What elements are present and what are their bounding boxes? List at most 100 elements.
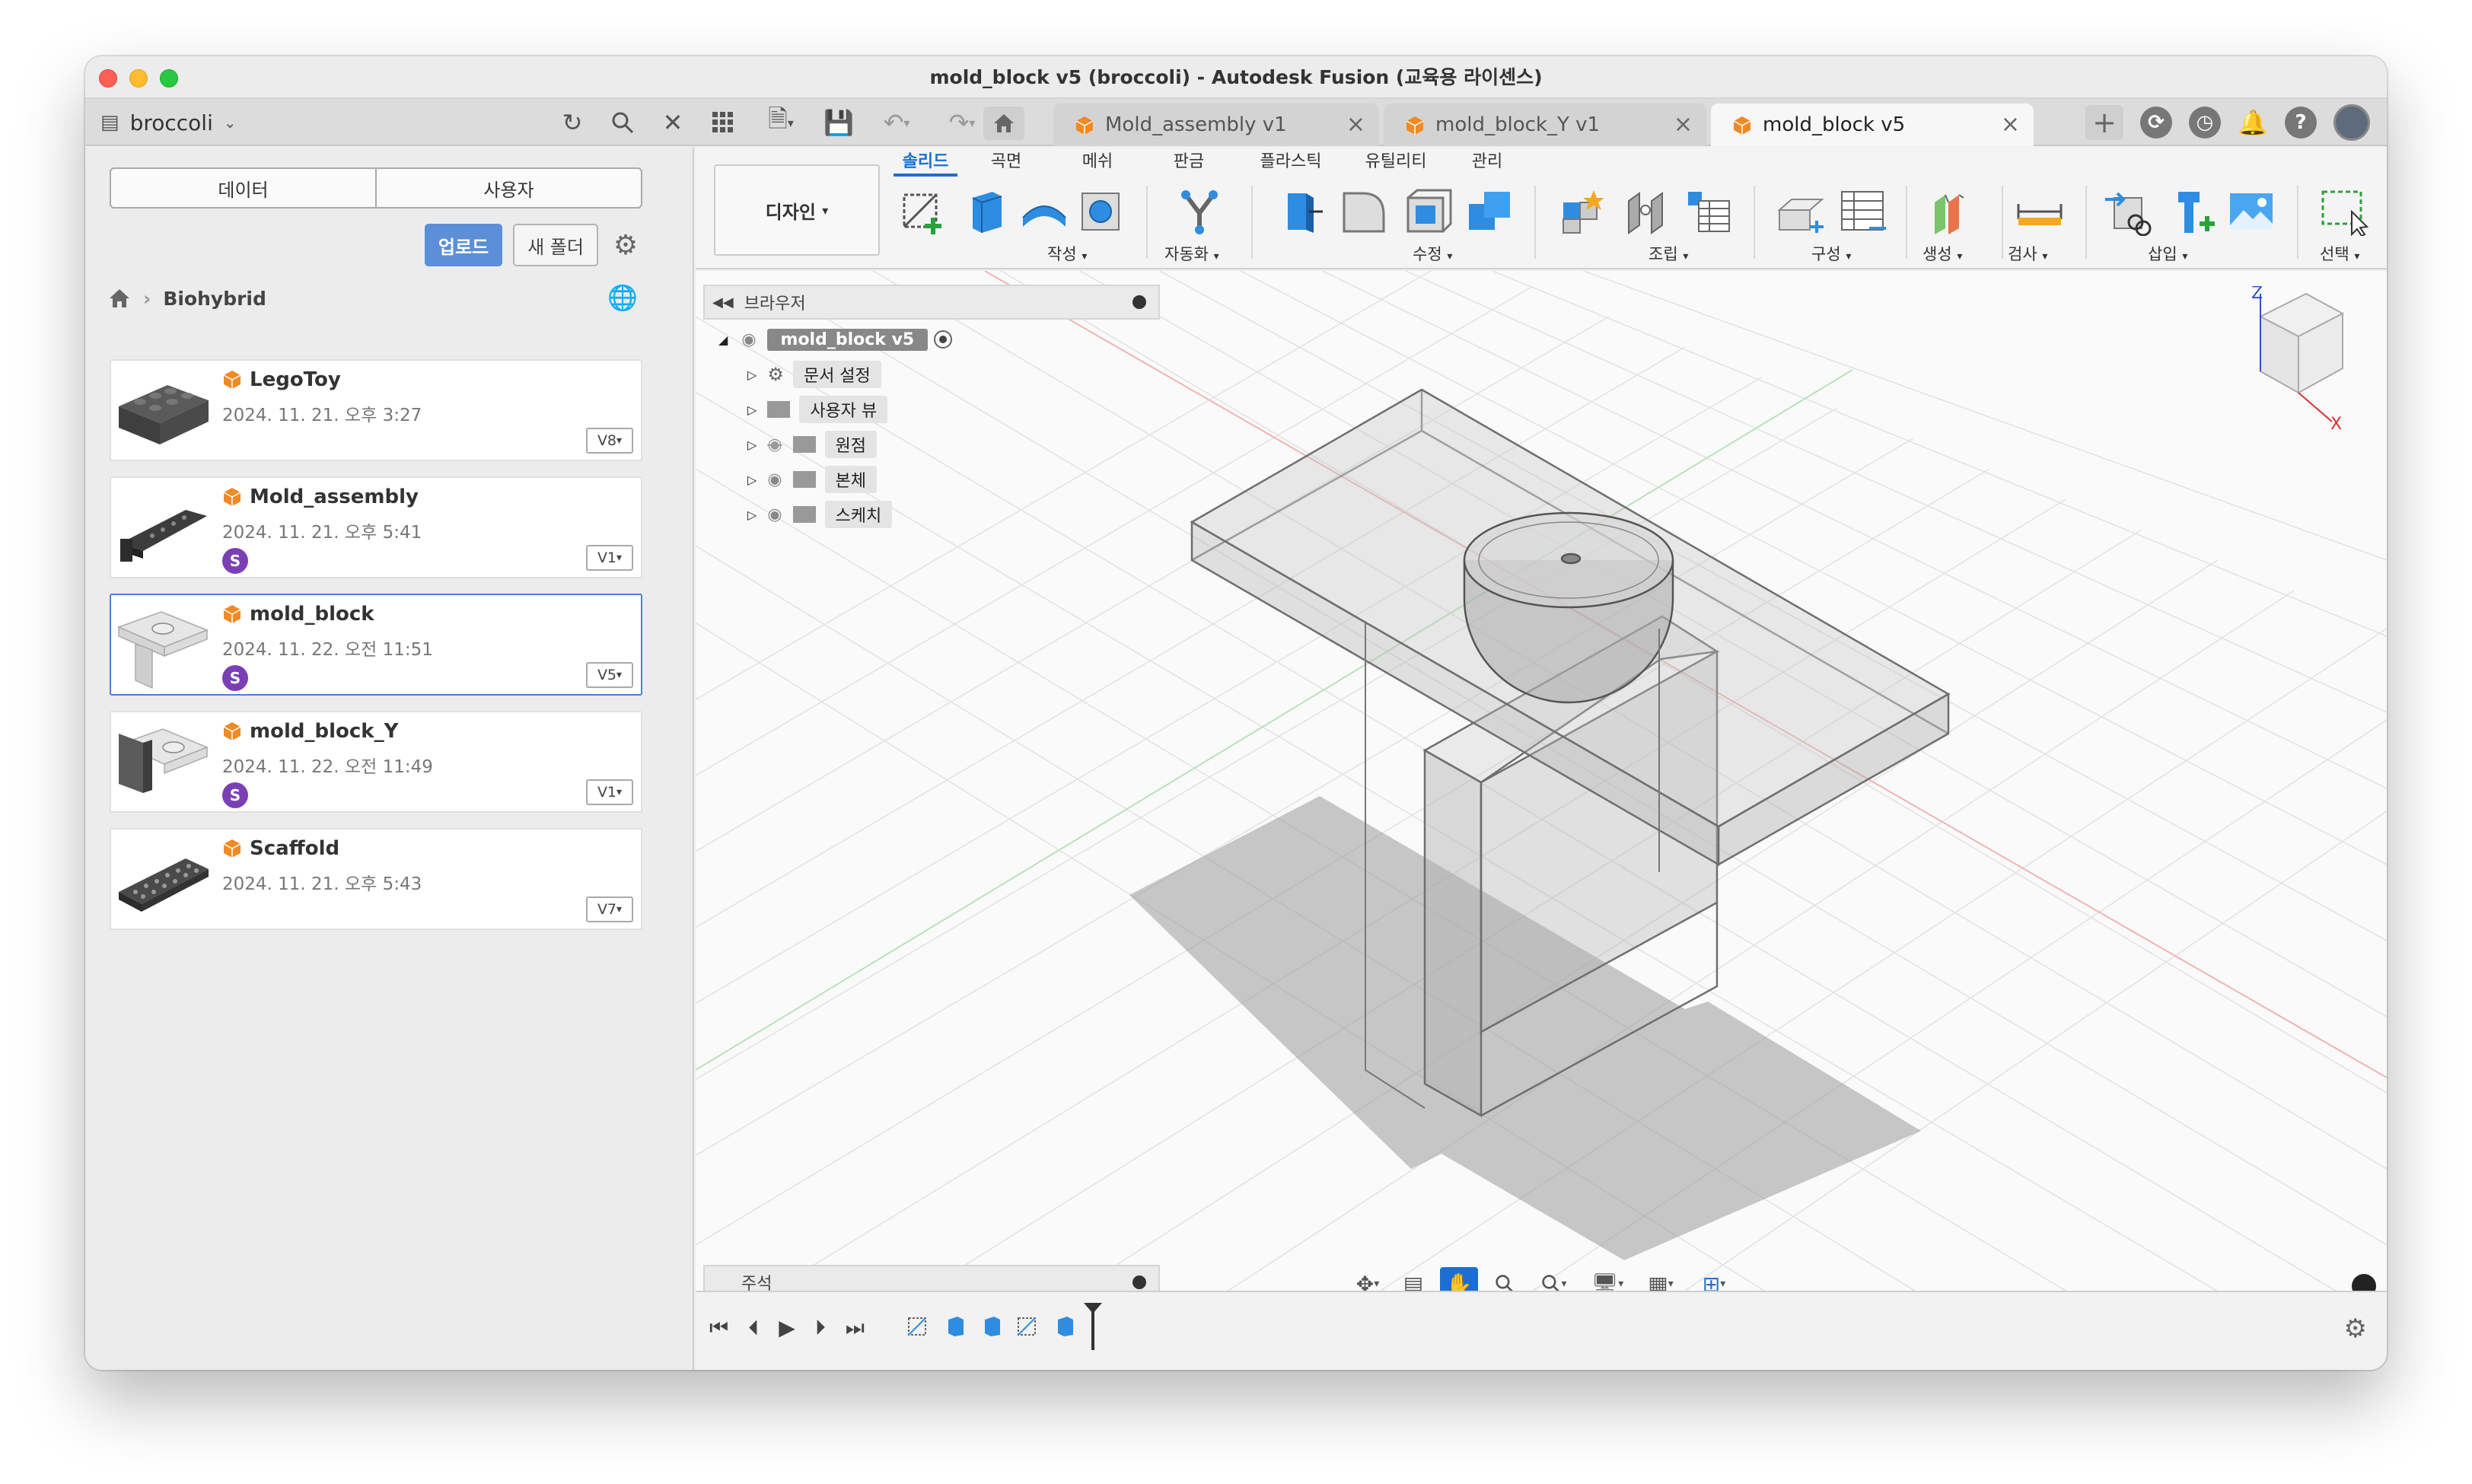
group-inspect[interactable]: 검사 ▾ <box>2008 242 2047 265</box>
save-icon[interactable]: 💾 <box>823 107 854 138</box>
insert-mcmaster-icon[interactable] <box>2168 187 2216 236</box>
eye-hidden-icon[interactable]: ◉ <box>767 435 782 454</box>
job-status-icon[interactable]: ◷ <box>2189 107 2221 139</box>
browser-item-origin[interactable]: ▷ ◉ 원점 <box>747 429 877 460</box>
browser-item-bodies[interactable]: ▷ ◉ 본체 <box>747 464 877 495</box>
file-card[interactable]: LegoToy 2024. 11. 21. 오후 3:27 V8 ▾ <box>110 359 642 461</box>
team-selector[interactable]: ▤ broccoli ⌄ <box>100 99 237 146</box>
select-icon[interactable] <box>2320 187 2368 236</box>
group-construct[interactable]: 구성 ▾ <box>1811 242 1851 265</box>
root-component-label[interactable]: mold_block v5 <box>766 328 929 351</box>
close-tab-icon[interactable]: × <box>1346 111 1365 138</box>
look-at-icon[interactable]: ▤ <box>1394 1267 1432 1291</box>
generative-design-icon[interactable] <box>1926 187 1974 236</box>
eye-icon[interactable]: ◉ <box>741 330 756 349</box>
joint-icon[interactable] <box>1623 187 1671 236</box>
tab-solid[interactable]: 솔리드 <box>894 149 957 177</box>
breadcrumb-folder[interactable]: Biohybrid <box>163 288 266 310</box>
close-tab-icon[interactable]: × <box>2001 111 2020 138</box>
timeline-sketch-icon[interactable] <box>1017 1315 1040 1338</box>
version-dropdown[interactable]: V1 ▾ <box>586 545 633 571</box>
version-dropdown[interactable]: V5 ▾ <box>586 662 633 688</box>
hole-icon[interactable] <box>1076 187 1125 236</box>
minimize-window-button[interactable] <box>129 69 148 88</box>
collapse-triangle-icon[interactable]: ◢ <box>718 333 728 347</box>
new-tab-button[interactable]: + <box>2085 105 2123 140</box>
fit-icon[interactable]: ▾ <box>1531 1267 1577 1291</box>
file-card-selected[interactable]: mold_block 2024. 11. 22. 오전 11:51 S V5 ▾ <box>110 594 642 696</box>
expand-triangle-icon[interactable]: ▷ <box>747 368 757 382</box>
notifications-icon[interactable]: 🔔 <box>2238 107 2268 138</box>
undo-icon[interactable]: ↶ ▾ <box>874 107 919 138</box>
version-dropdown[interactable]: V1 ▾ <box>586 779 633 805</box>
step-back-icon[interactable]: ⏴ <box>748 1315 759 1341</box>
insert-derive-icon[interactable] <box>2104 187 2152 236</box>
group-generate[interactable]: 생성 ▾ <box>1922 242 1962 265</box>
expand-triangle-icon[interactable]: ▷ <box>747 438 757 452</box>
parameters-icon[interactable] <box>1839 187 1887 236</box>
new-component-icon[interactable] <box>1559 187 1607 236</box>
measure-icon[interactable] <box>2015 187 2064 236</box>
file-card[interactable]: mold_block_Y 2024. 11. 22. 오전 11:49 S V1… <box>110 711 642 813</box>
timeline-extrude-icon[interactable] <box>980 1315 1003 1338</box>
add-comment-icon[interactable] <box>1132 1275 1146 1289</box>
group-automate[interactable]: 자동화 ▾ <box>1164 242 1219 265</box>
close-tab-icon[interactable]: × <box>1674 111 1693 138</box>
home-icon[interactable] <box>108 288 131 309</box>
eye-icon[interactable]: ◉ <box>767 470 782 489</box>
browser-item-document-settings[interactable]: ▷ ⚙ 문서 설정 <box>747 359 881 390</box>
version-dropdown[interactable]: V7 ▾ <box>586 896 633 922</box>
offset-plane-icon[interactable] <box>1776 187 1825 236</box>
browser-panel-header[interactable]: ◀◀ 브라우저 <box>703 285 1160 320</box>
version-dropdown[interactable]: V8 ▾ <box>586 428 633 454</box>
combine-icon[interactable] <box>1466 187 1515 236</box>
group-create[interactable]: 작성 ▾ <box>1047 242 1087 265</box>
fillet-icon[interactable] <box>1340 187 1388 236</box>
go-to-end-icon[interactable]: ⏭ <box>846 1315 865 1341</box>
timeline-extrude-icon[interactable] <box>1053 1315 1076 1338</box>
gear-icon[interactable]: ⚙ <box>609 228 642 262</box>
tab-sheetmetal[interactable]: 판금 <box>1166 149 1212 177</box>
new-folder-button[interactable]: 새 폴더 <box>513 224 598 266</box>
pan-icon[interactable]: ✋ <box>1440 1267 1478 1291</box>
tab-surface[interactable]: 곡면 <box>983 149 1029 177</box>
search-icon[interactable] <box>607 107 638 138</box>
comments-panel[interactable]: 주석 <box>703 1265 1160 1291</box>
pin-icon[interactable] <box>1132 295 1146 309</box>
orbit-icon[interactable]: ✥ ▾ <box>1349 1267 1387 1291</box>
group-modify[interactable]: 수정 ▾ <box>1413 242 1452 265</box>
timeline-settings-icon[interactable]: ⚙ <box>2344 1314 2367 1344</box>
zoom-icon[interactable] <box>1486 1267 1524 1291</box>
tab-manage[interactable]: 관리 <box>1464 149 1510 177</box>
browser-root[interactable]: ◢ ◉ mold_block v5 <box>718 324 953 355</box>
grid-settings-icon[interactable]: ▦ ▾ <box>1638 1267 1684 1291</box>
extrude-icon[interactable] <box>962 187 1011 236</box>
collapse-icon[interactable]: ◀◀ <box>712 295 734 310</box>
close-icon[interactable]: ✕ <box>658 107 688 138</box>
revolve-icon[interactable] <box>1020 187 1069 236</box>
document-tab[interactable]: mold_block_Y v1 × <box>1384 103 1706 146</box>
eye-icon[interactable]: ◉ <box>767 505 782 524</box>
refresh-icon[interactable]: ↻ <box>557 107 588 138</box>
expand-triangle-icon[interactable]: ▷ <box>747 508 757 522</box>
document-tab[interactable]: Mold_assembly v1 × <box>1053 103 1379 146</box>
browser-item-named-views[interactable]: ▷ 사용자 뷰 <box>747 394 888 425</box>
globe-icon[interactable]: 🌐 <box>607 283 638 312</box>
close-window-button[interactable] <box>99 69 117 88</box>
grid-apps-icon[interactable] <box>708 107 738 138</box>
workspace-switcher[interactable]: 디자인 ▾ <box>714 164 880 256</box>
tab-users[interactable]: 사용자 <box>375 169 641 207</box>
expand-triangle-icon[interactable]: ▷ <box>747 473 757 487</box>
timeline-extrude-icon[interactable] <box>944 1315 967 1338</box>
timeline-marker-head[interactable] <box>1084 1303 1102 1314</box>
group-select[interactable]: 선택 ▾ <box>2320 242 2359 265</box>
file-card[interactable]: Scaffold 2024. 11. 21. 오후 5:43 V7 ▾ <box>110 828 642 930</box>
timeline-sketch-icon[interactable] <box>907 1315 930 1338</box>
redo-icon[interactable]: ↷ ▾ <box>939 107 985 138</box>
expand-triangle-icon[interactable]: ▷ <box>747 403 757 417</box>
canvas-viewport[interactable]: ◀◀ 브라우저 ◢ ◉ mold_block v5 ▷ ⚙ 문서 설정 ▷ 사용… <box>696 271 2387 1291</box>
shell-icon[interactable] <box>1403 187 1452 236</box>
help-icon[interactable]: ? <box>2285 107 2317 139</box>
go-to-start-icon[interactable]: ⏮ <box>709 1315 728 1341</box>
display-settings-icon[interactable]: 🖥 ▾ <box>1585 1267 1630 1291</box>
